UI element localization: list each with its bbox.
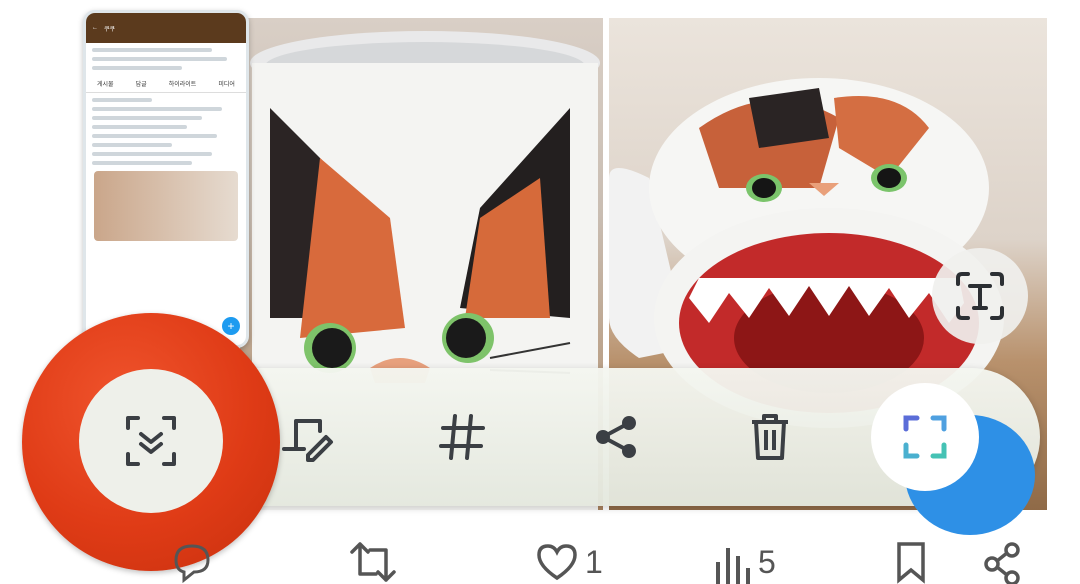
hashtag-button[interactable]	[422, 397, 502, 477]
smart-select-icon	[903, 415, 947, 459]
crop-edit-button[interactable]	[268, 397, 348, 477]
bookmark-action[interactable]	[893, 540, 929, 584]
trash-icon	[752, 414, 788, 460]
scan-text-button[interactable]	[932, 248, 1028, 344]
thumbnail-tab: 미디어	[218, 82, 235, 88]
thumbnail-title: 쿠쿠	[104, 26, 116, 33]
scroll-capture-button[interactable]	[79, 369, 223, 513]
thumbnail-header: ← 쿠쿠	[86, 13, 246, 43]
text-recognition-icon	[956, 272, 1004, 320]
back-arrow-icon: ←	[92, 25, 98, 31]
thumbnail-tabs: 게시물 답글 하이라이트 미디어	[86, 75, 246, 93]
share-post-action[interactable]	[982, 540, 1022, 584]
compose-fab-icon: +	[222, 317, 240, 335]
like-action[interactable]: 1	[535, 540, 603, 584]
share-icon	[596, 416, 636, 458]
views-action[interactable]: 5	[712, 540, 776, 584]
reply-icon	[174, 544, 210, 584]
thumbnail-tab: 답글	[135, 82, 147, 88]
retweet-icon	[350, 542, 396, 582]
like-count: 1	[585, 543, 603, 580]
reply-action[interactable]	[170, 540, 214, 584]
thumbnail-image	[94, 171, 238, 241]
hashtag-icon	[439, 414, 485, 460]
screenshot-thumbnail[interactable]: ← 쿠쿠 게시물 답글 하이라이트 미디어 +	[83, 10, 249, 348]
heart-icon	[537, 544, 577, 581]
thumbnail-tab: 게시물	[97, 82, 114, 88]
view-count: 5	[758, 543, 776, 580]
delete-button[interactable]	[730, 397, 810, 477]
bookmark-icon	[897, 542, 925, 584]
share-button[interactable]	[576, 397, 656, 477]
retweet-action[interactable]	[348, 540, 398, 584]
thumbnail-tab: 하이라이트	[168, 82, 197, 88]
smart-select-button[interactable]	[871, 383, 979, 491]
crop-edit-icon	[282, 419, 333, 462]
bar-chart-icon	[716, 548, 750, 584]
scroll-capture-icon	[126, 416, 176, 466]
share-post-icon	[984, 542, 1020, 584]
